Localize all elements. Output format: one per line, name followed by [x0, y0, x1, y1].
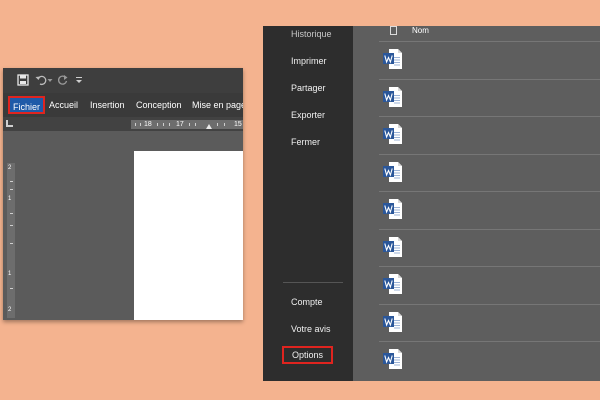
word-document-icon [383, 124, 402, 144]
ruler-tick [224, 123, 225, 126]
ruler-tick [10, 213, 13, 214]
tab-mise-en-page[interactable]: Mise en page [192, 93, 243, 117]
ruler-tick [140, 123, 141, 126]
quick-access-toolbar [3, 68, 243, 93]
recent-documents-pane: Nom [353, 26, 600, 381]
recent-file-row[interactable] [379, 78, 600, 115]
ruler-number: 2 [8, 307, 12, 313]
document-page[interactable] [134, 151, 243, 320]
undo-dropdown-icon[interactable] [47, 74, 53, 86]
menu-historique[interactable]: Historique [291, 29, 332, 39]
word-document-icon [383, 311, 402, 332]
ruler-tick [195, 123, 196, 126]
recent-file-row[interactable] [379, 228, 600, 265]
ruler-tick [217, 123, 218, 126]
ruler-tick [135, 123, 136, 126]
ruler-number: 18 [144, 121, 152, 128]
menu-exporter[interactable]: Exporter [291, 110, 325, 120]
ruler-tick [189, 123, 190, 126]
recent-file-row[interactable] [379, 341, 600, 377]
word-document-icon [383, 349, 402, 369]
column-header-nom[interactable]: Nom [412, 26, 429, 35]
document-type-icon [390, 26, 397, 35]
column-header: Nom [353, 26, 600, 40]
word-document-icon [383, 86, 402, 107]
tab-fichier[interactable]: Fichier [8, 96, 46, 114]
horizontal-ruler[interactable]: 18 17 15 [131, 120, 243, 129]
ruler-tick [10, 225, 13, 226]
undo-icon[interactable] [35, 74, 47, 86]
word-document-icon [383, 49, 402, 69]
backstage-view: Historique Imprimer Partager Exporter Fe… [263, 26, 600, 381]
save-icon[interactable] [17, 74, 29, 86]
tab-conception[interactable]: Conception [136, 93, 182, 117]
ruler-number: 17 [176, 121, 184, 128]
recent-file-row[interactable] [379, 303, 600, 340]
recent-file-row[interactable] [379, 41, 600, 77]
menu-divider [283, 282, 343, 283]
tab-insertion[interactable]: Insertion [90, 93, 125, 117]
menu-compte[interactable]: Compte [291, 297, 323, 307]
recent-file-row[interactable] [379, 191, 600, 227]
tab-accueil[interactable]: Accueil [49, 93, 78, 117]
ruler-tick [10, 243, 13, 244]
recent-file-row[interactable] [379, 266, 600, 302]
ruler-tick [10, 189, 13, 190]
ruler-bar: 18 17 15 [3, 117, 243, 131]
redo-icon[interactable] [57, 74, 69, 86]
ruler-tick [157, 123, 158, 126]
word-window: Fichier Accueil Insertion Conception Mis… [3, 68, 243, 320]
ruler-tick [169, 123, 170, 126]
customize-toolbar-icon[interactable] [75, 74, 83, 86]
word-document-icon [383, 199, 402, 219]
ruler-number: 2 [8, 165, 12, 171]
ruler-tick [163, 123, 164, 126]
ruler-number: 1 [8, 196, 12, 202]
menu-imprimer[interactable]: Imprimer [291, 56, 327, 66]
vertical-ruler[interactable]: 2 1 1 2 [7, 163, 15, 318]
ruler-number: 1 [8, 271, 12, 277]
menu-fermer[interactable]: Fermer [291, 137, 320, 147]
backstage-menu: Historique Imprimer Partager Exporter Fe… [263, 26, 353, 381]
word-document-icon [383, 274, 402, 294]
ruler-tick [10, 181, 13, 182]
ruler-tick [10, 288, 13, 289]
word-document-icon [383, 236, 402, 257]
indent-marker[interactable] [206, 124, 212, 129]
menu-options[interactable]: Options [282, 346, 334, 364]
word-document-icon [383, 161, 402, 182]
recent-file-row[interactable] [379, 116, 600, 152]
tab-selector-icon[interactable] [6, 120, 13, 127]
menu-votre-avis[interactable]: Votre avis [291, 324, 331, 334]
recent-file-row[interactable] [379, 153, 600, 190]
ruler-number: 15 [234, 121, 242, 128]
ribbon-tabs: Fichier Accueil Insertion Conception Mis… [3, 93, 243, 117]
menu-partager[interactable]: Partager [291, 83, 326, 93]
